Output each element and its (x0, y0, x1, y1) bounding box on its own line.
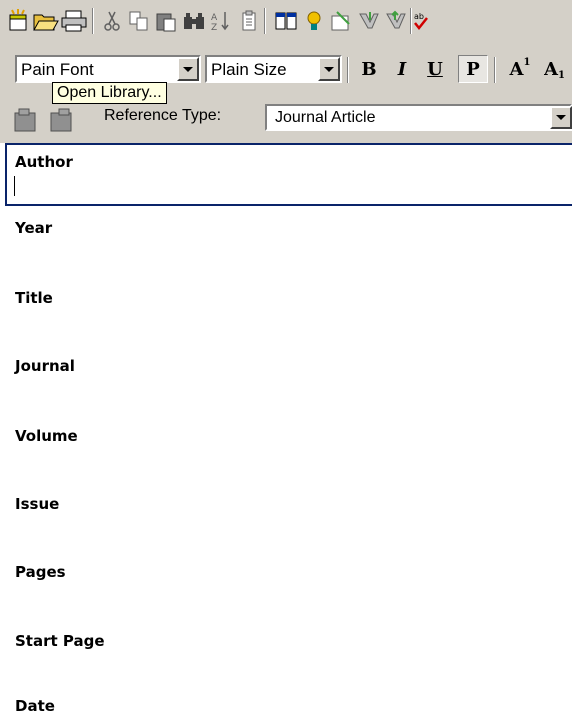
superscript-base: A (509, 58, 524, 80)
size-select[interactable]: Plain Size (205, 55, 342, 83)
copy-icon[interactable] (125, 7, 153, 35)
plain-button[interactable]: P (458, 55, 488, 83)
field-label-volume: Volume (15, 427, 78, 445)
reference-type-label: Reference Type: (104, 107, 222, 124)
underline-button[interactable]: U (421, 55, 449, 83)
font-select-value: Pain Font (21, 60, 94, 79)
field-label-author: Author (15, 153, 73, 171)
print-icon[interactable] (60, 7, 88, 35)
find-icon[interactable] (180, 7, 208, 35)
toolbar-area: AZ ab Pain Font Plain Size B I U P A 1 A… (0, 0, 572, 143)
main-toolbar: AZ ab (0, 0, 572, 44)
clipboard-icon[interactable] (235, 7, 263, 35)
superscript-exp: 1 (523, 56, 531, 68)
field-label-issue: Issue (15, 495, 60, 513)
svg-text:ab: ab (414, 12, 424, 21)
cut-icon[interactable] (98, 7, 126, 35)
chevron-down-icon[interactable] (318, 57, 340, 81)
text-caret (14, 176, 15, 196)
field-label-year: Year (15, 219, 53, 237)
author-field[interactable] (5, 143, 572, 206)
font-select[interactable]: Pain Font (15, 55, 201, 83)
field-label-pages: Pages (15, 563, 66, 581)
online-search-icon[interactable] (300, 7, 328, 35)
tooltip: Open Library... (52, 82, 167, 104)
superscript-button[interactable]: A1 (502, 55, 538, 83)
field-label-title: Title (15, 289, 53, 307)
svg-text:A: A (211, 13, 218, 23)
reference-type-value: Journal Article (275, 109, 376, 126)
open-folder-icon[interactable] (32, 7, 60, 35)
size-select-value: Plain Size (211, 60, 287, 79)
cite-icon[interactable] (381, 7, 409, 35)
import-icon[interactable] (327, 7, 355, 35)
new-library-icon[interactable] (4, 7, 32, 35)
field-label-date: Date (15, 697, 55, 715)
spell-check-icon[interactable]: ab (412, 7, 430, 35)
bold-button[interactable]: B (355, 55, 383, 83)
subscript-exp: 1 (557, 69, 565, 81)
chevron-down-icon[interactable] (177, 57, 199, 81)
next-reference-icon[interactable] (48, 108, 76, 134)
reference-type-select[interactable]: Journal Article (265, 104, 572, 131)
chevron-down-icon[interactable] (550, 106, 572, 129)
export-icon[interactable] (354, 7, 382, 35)
field-label-journal: Journal (15, 357, 75, 375)
field-label-start-page: Start Page (15, 632, 105, 650)
italic-button[interactable]: I (388, 55, 416, 83)
subscript-base: A (544, 58, 558, 80)
svg-text:Z: Z (211, 23, 217, 32)
sort-icon[interactable]: AZ (207, 7, 235, 35)
previous-reference-icon[interactable] (12, 108, 40, 134)
show-all-icon[interactable] (272, 7, 300, 35)
paste-icon[interactable] (152, 7, 180, 35)
subscript-button[interactable]: A1 (544, 55, 572, 83)
